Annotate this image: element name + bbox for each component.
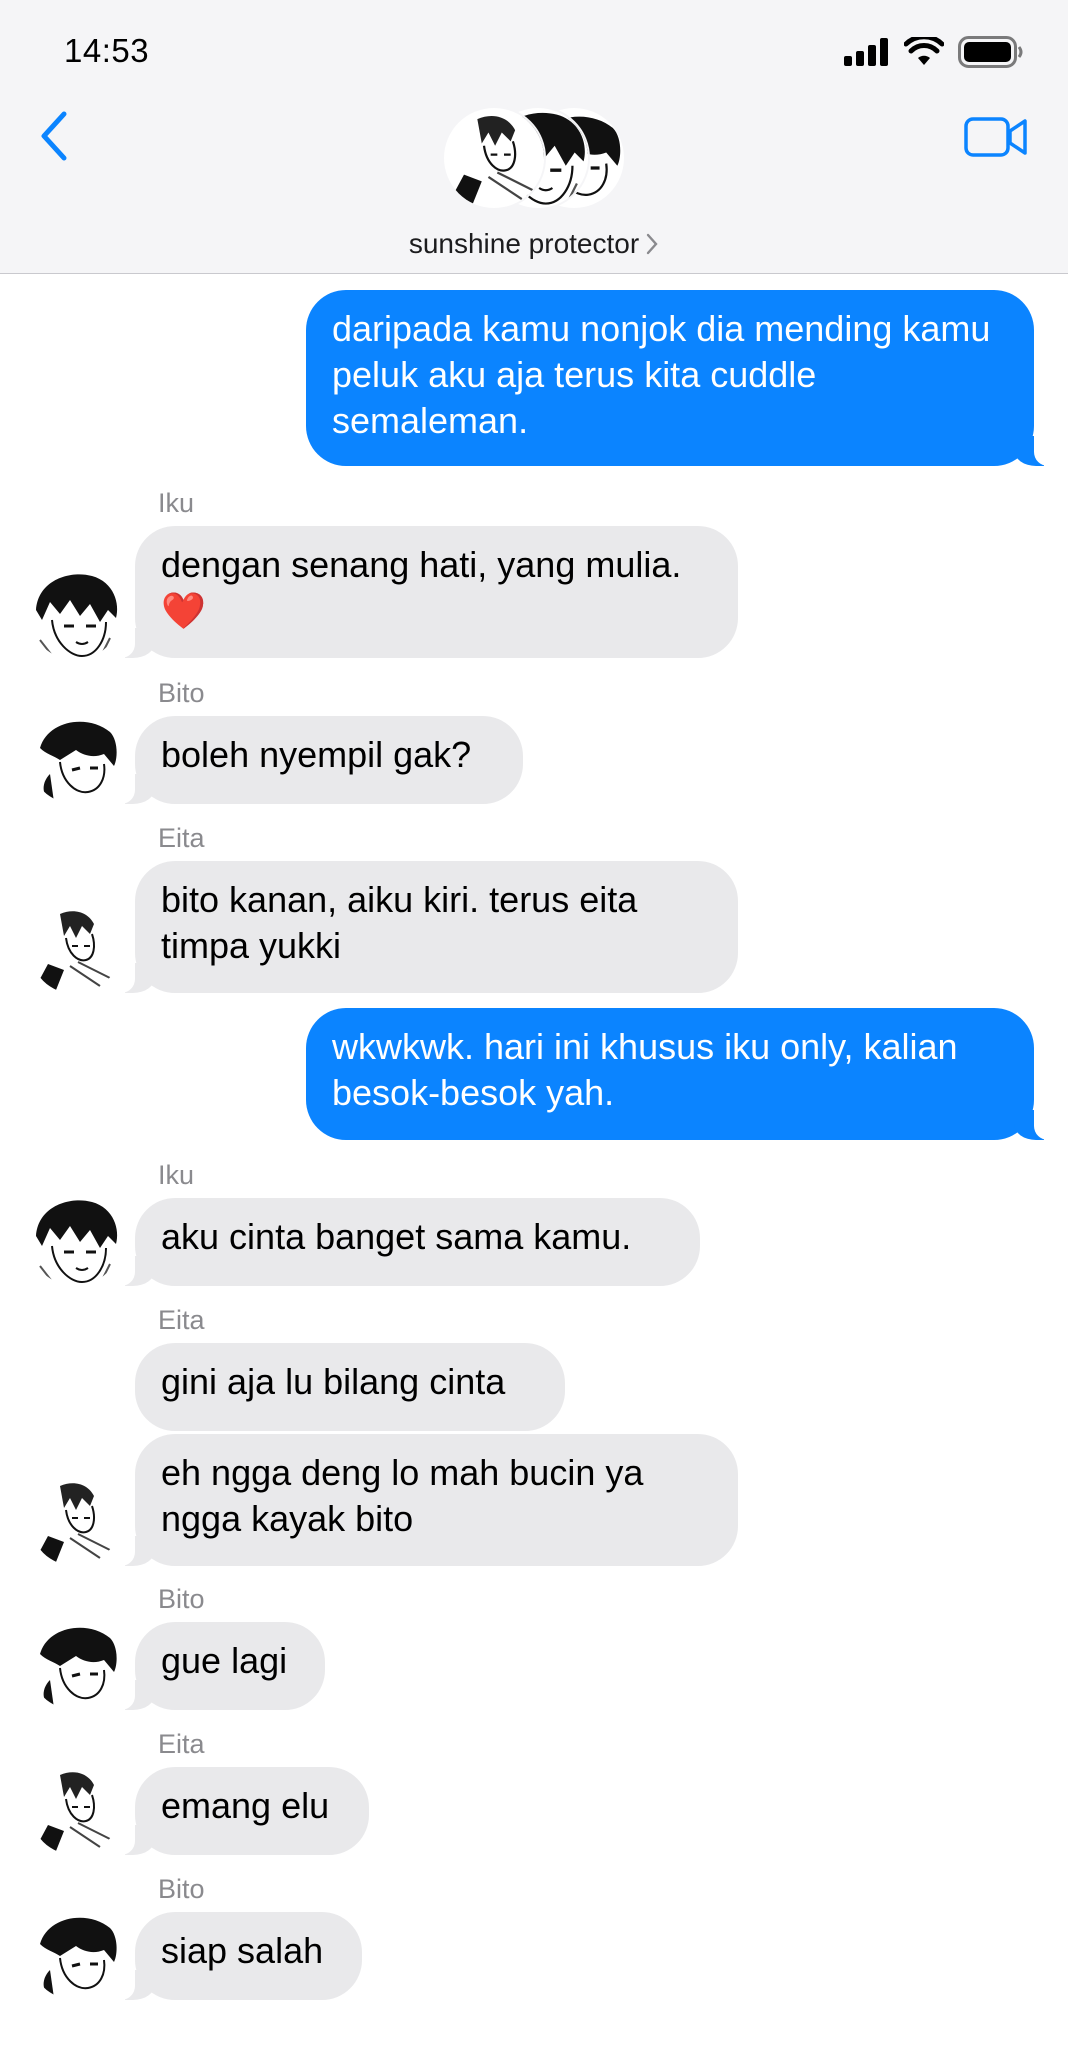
sender-name: Eita [158, 1305, 205, 1335]
conversation-header: 14:53 sunshine protector [0, 0, 1068, 274]
video-camera-icon [964, 117, 1027, 157]
message-text: gini aja lu bilang cinta [161, 1361, 506, 1402]
group-title[interactable]: sunshine protector [0, 228, 1068, 260]
avatar-bito [30, 714, 120, 804]
sender-name: Bito [158, 1874, 205, 1904]
status-icons [844, 36, 1024, 68]
chevron-right-icon [646, 233, 658, 255]
message-bubble-incoming[interactable]: gini aja lu bilang cinta [135, 1343, 565, 1431]
avatar-eita [30, 1476, 120, 1566]
message-text: wkwkwk. hari ini khusus iku only, kalian… [332, 1026, 958, 1113]
message-bubble-incoming[interactable]: boleh nyempil gak? [113, 716, 523, 804]
sender-name: Eita [158, 1729, 205, 1759]
message-text: siap salah [161, 1930, 324, 1971]
sender-name: Eita [158, 823, 205, 853]
message-text: emang elu [161, 1785, 330, 1826]
avatar-eita [30, 904, 120, 994]
sender-name: Iku [158, 1160, 195, 1190]
video-call-button[interactable] [964, 116, 1028, 163]
message-text: bito kanan, aiku kiri. terus eita timpa … [161, 879, 638, 966]
chevron-left-icon [41, 111, 67, 161]
group-avatar-eita [442, 106, 546, 210]
message-bubble-incoming[interactable]: siap salah [113, 1912, 362, 2000]
message-bubble-outgoing[interactable]: wkwkwk. hari ini khusus iku only, kalian… [306, 1008, 1056, 1140]
avatar-iku [30, 570, 120, 660]
message-text: aku cinta banget sama kamu. [161, 1216, 632, 1257]
message-bubble-outgoing[interactable]: daripada kamu nonjok dia mending kamu pe… [306, 290, 1056, 466]
message-text: eh ngga deng lo mah bucin ya ngga kayak … [161, 1452, 644, 1539]
sender-name: Bito [158, 1584, 205, 1614]
sender-name: Bito [158, 678, 205, 708]
heart-emoji-icon: ❤️ [161, 590, 206, 631]
status-time: 14:53 [64, 32, 150, 69]
message-bubble-incoming[interactable]: dengan senang hati, yang mulia. ❤️ [113, 526, 738, 658]
group-name: sunshine protector [408, 228, 640, 259]
battery-icon [958, 36, 1023, 68]
message-text: daripada kamu nonjok dia mending kamu pe… [332, 308, 991, 441]
avatar-iku [30, 1196, 120, 1286]
avatar-eita [30, 1765, 120, 1855]
message-text: boleh nyempil gak? [161, 734, 472, 775]
back-button[interactable] [36, 108, 72, 169]
sender-name: Iku [158, 488, 195, 518]
message-text: gue lagi [161, 1640, 288, 1681]
wifi-icon [904, 37, 944, 65]
message-bubble-incoming[interactable]: aku cinta banget sama kamu. [113, 1198, 700, 1286]
message-bubble-incoming[interactable]: emang elu [113, 1767, 369, 1855]
avatar-bito [30, 1620, 120, 1710]
avatar-bito [30, 1910, 120, 2000]
cellular-signal-icon [844, 38, 888, 66]
message-bubble-incoming[interactable]: gue lagi [113, 1622, 325, 1710]
message-text: dengan senang hati, yang mulia. [161, 544, 682, 585]
group-avatars[interactable] [442, 106, 626, 210]
message-bubble-incoming[interactable]: eh ngga deng lo mah bucin ya ngga kayak … [113, 1434, 738, 1566]
message-bubble-incoming[interactable]: bito kanan, aiku kiri. terus eita timpa … [113, 861, 738, 993]
